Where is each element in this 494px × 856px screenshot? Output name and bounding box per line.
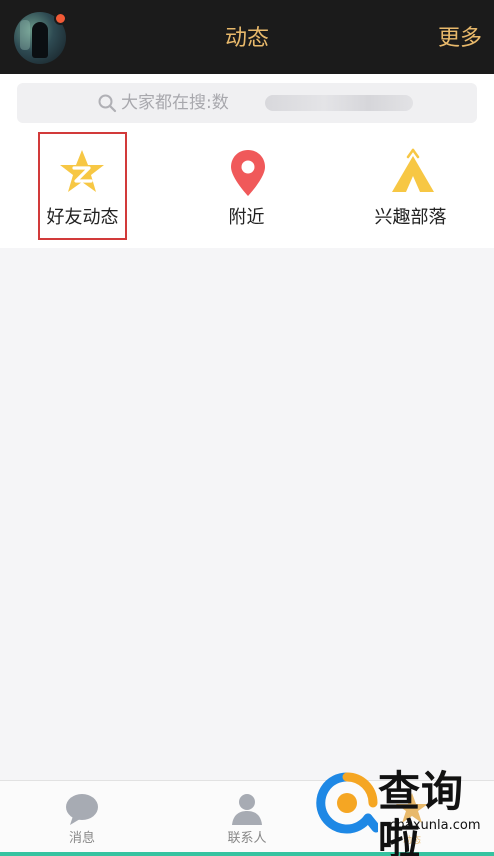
contact-person-icon [232,794,262,825]
search-placeholder: 大家都在搜:数 [121,93,229,113]
feed-content-area [0,248,494,780]
shortcut-grid: 好友动态 附近 兴趣部落 [0,132,494,248]
tab-messages-label: 消息 [68,831,95,846]
tribe-tent-icon [391,148,434,192]
tab-contacts-label: 联系人 [227,831,267,846]
watermark-logo-icon [316,772,378,834]
chat-bubble-icon [66,794,98,825]
top-bar: 动态 更多 [0,0,494,74]
page-title: 动态 [224,26,269,51]
tile-nearby-label: 附近 [228,207,265,228]
watermark-text: 查询啦 [378,767,465,856]
watermark-domain: chaxunla.com [389,818,481,833]
watermark: 查询啦 chaxunla.com [310,766,494,856]
location-pin-icon [230,150,265,196]
search-icon [98,94,117,113]
search-input[interactable]: 大家都在搜:数 [17,83,477,123]
more-button[interactable]: 更多 [438,24,482,54]
tile-interest-tribe-label: 兴趣部落 [374,207,447,228]
search-section: 大家都在搜:数 [0,74,494,134]
tab-messages[interactable]: 消息 [22,789,142,851]
tile-nearby[interactable]: 附近 [165,134,330,248]
tab-contacts[interactable]: 联系人 [187,789,307,851]
qzone-star-icon [60,150,104,192]
tile-interest-tribe[interactable]: 兴趣部落 [330,134,494,248]
tile-friend-feed-label: 好友动态 [46,207,119,228]
tile-friend-feed[interactable]: 好友动态 [0,132,165,248]
search-hint-blurred [265,95,413,111]
